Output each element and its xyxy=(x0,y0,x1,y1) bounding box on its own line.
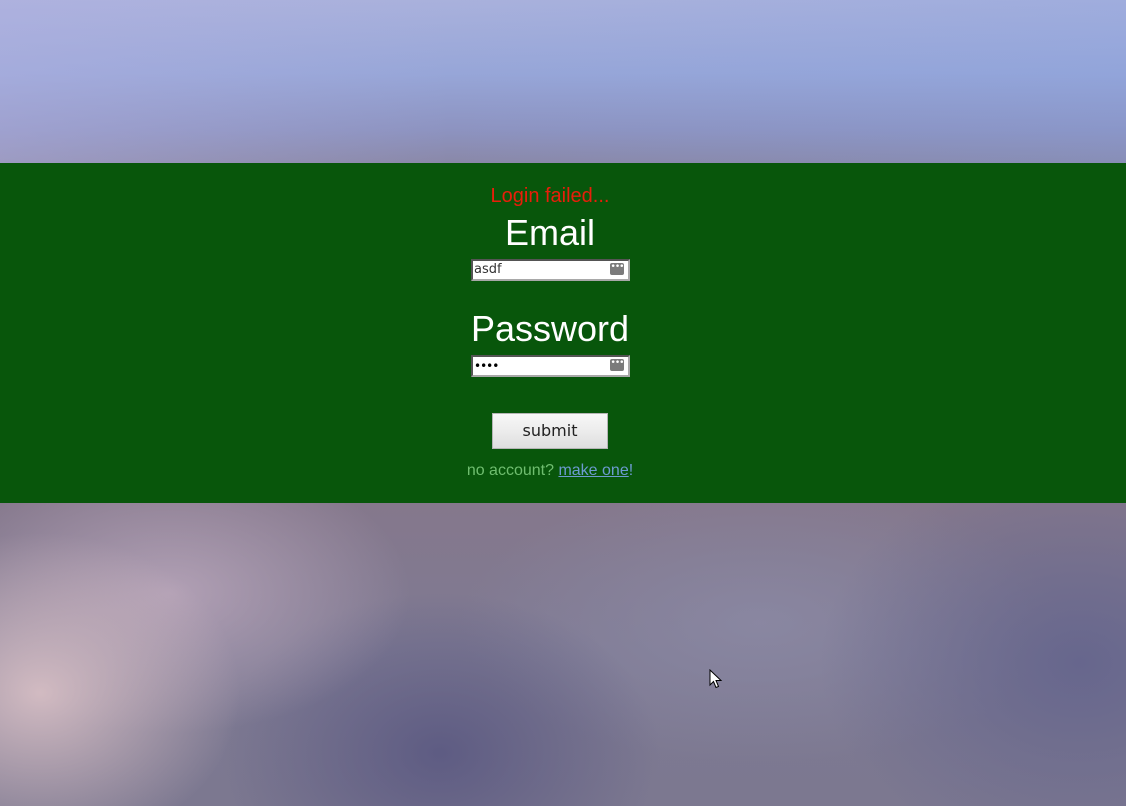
background-bottom xyxy=(0,503,1126,806)
password-label: Password xyxy=(470,308,630,349)
email-label: Email xyxy=(504,212,596,253)
make-account-link[interactable]: make one xyxy=(558,462,628,479)
signup-prompt: no account? xyxy=(466,462,554,479)
submit-button[interactable]: submit xyxy=(492,413,608,449)
signup-row: no account? make one! xyxy=(0,462,1100,480)
password-manager-key-icon[interactable]: ••• xyxy=(610,359,624,371)
password-field-value: •••• xyxy=(474,359,499,373)
login-error-message: Login failed... xyxy=(490,185,610,207)
background-top xyxy=(0,0,1126,163)
password-field[interactable]: •••• ••• xyxy=(471,355,630,377)
mouse-cursor-icon xyxy=(709,669,723,689)
password-manager-key-icon[interactable]: ••• xyxy=(610,263,624,275)
email-field[interactable]: asdf ••• xyxy=(471,259,630,281)
signup-suffix: ! xyxy=(628,462,634,479)
email-field-value: asdf xyxy=(474,262,502,277)
